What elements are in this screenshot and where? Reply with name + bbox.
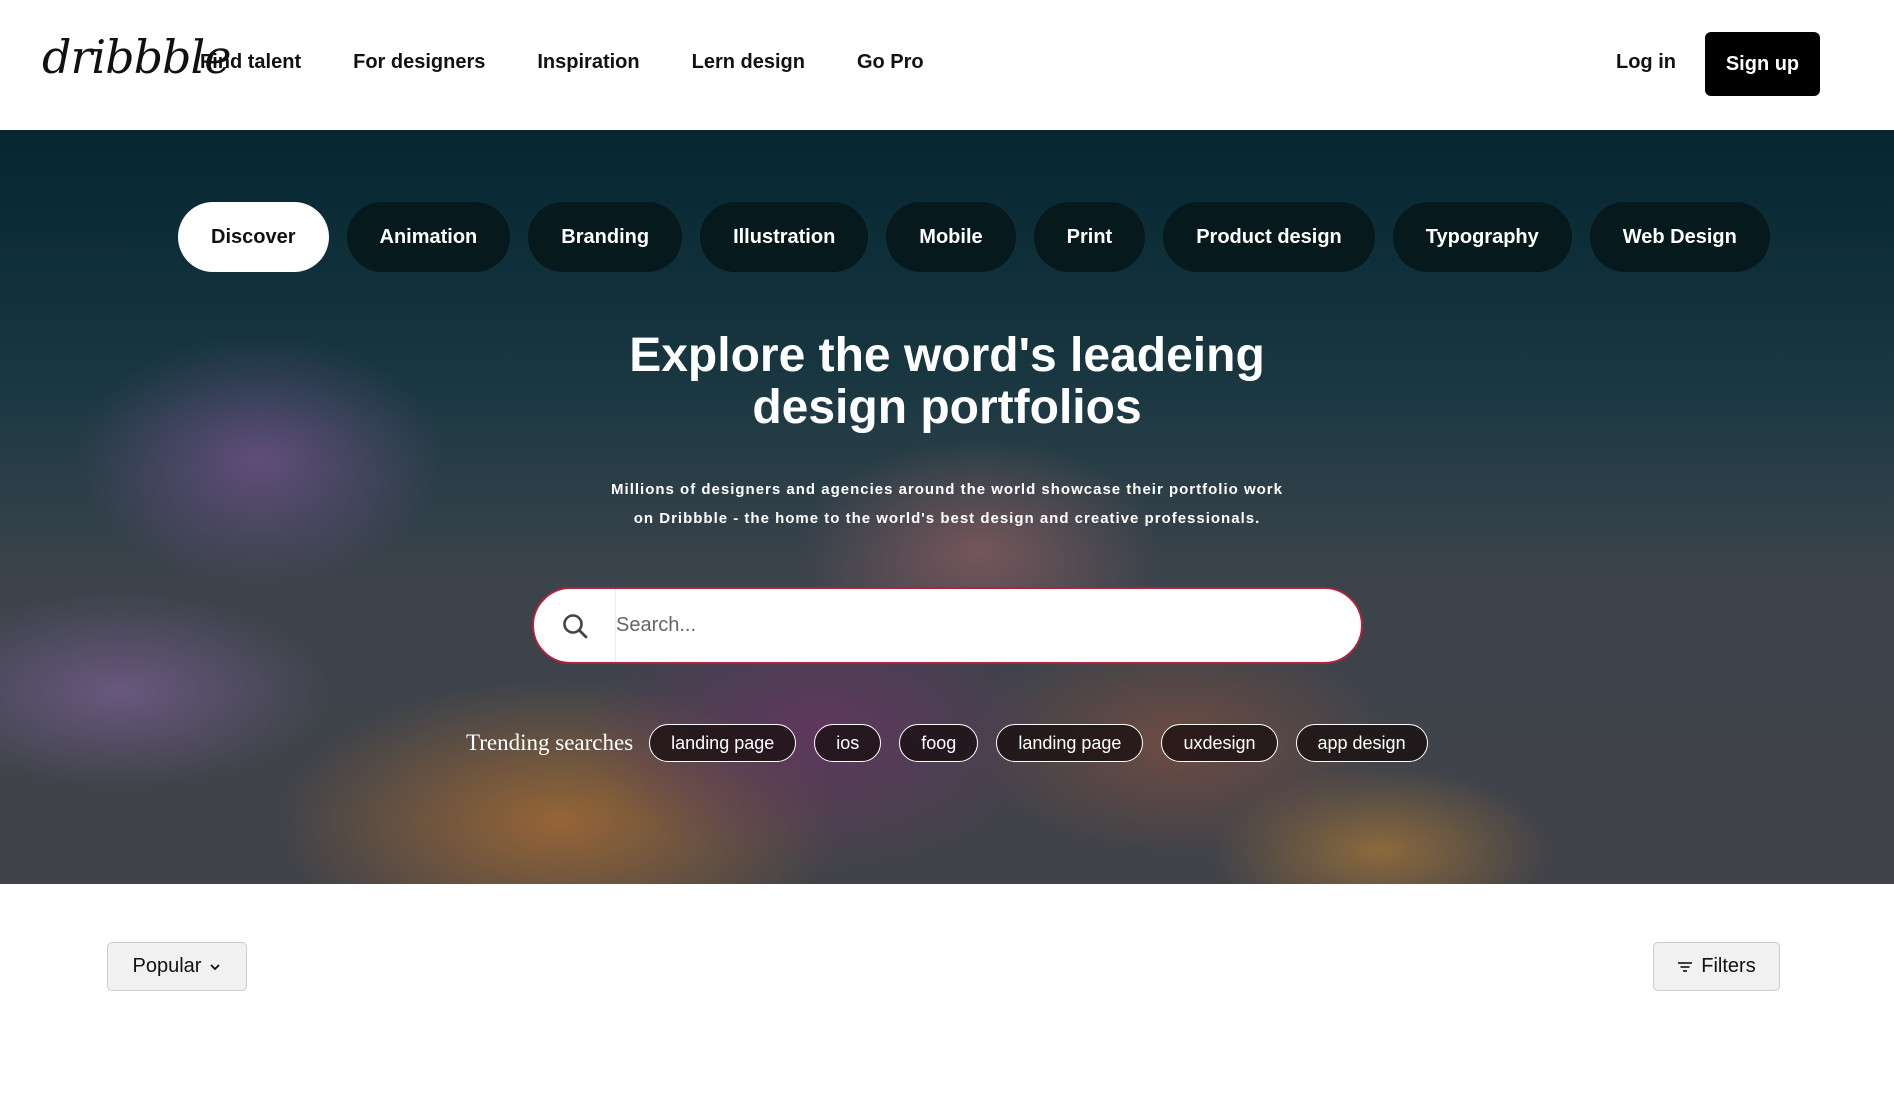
hero-subtitle-line1: Millions of designers and agencies aroun… — [611, 481, 1283, 498]
category-tabs: Discover Animation Branding Illustration… — [178, 202, 1770, 272]
trending-tag[interactable]: foog — [899, 724, 979, 762]
nav-go-pro[interactable]: Go Pro — [857, 51, 924, 74]
login-link[interactable]: Log in — [1616, 51, 1676, 74]
nav-learn-design[interactable]: Lern design — [692, 51, 805, 74]
category-typography[interactable]: Typography — [1392, 202, 1572, 272]
trending-tag[interactable]: ios — [814, 724, 882, 762]
sort-label: Popular — [132, 955, 202, 977]
search-bar — [532, 587, 1363, 664]
trending-tag[interactable]: uxdesign — [1161, 724, 1278, 762]
category-print[interactable]: Print — [1033, 202, 1146, 272]
trending-tag[interactable]: landing page — [649, 724, 797, 762]
trending-label: Trending searches — [466, 730, 634, 755]
nav-find-talent[interactable]: Find talent — [200, 51, 301, 74]
search-icon[interactable] — [534, 589, 616, 662]
filter-icon — [1678, 961, 1693, 972]
trending-searches: Trending searches landing page ios foog … — [466, 724, 1428, 762]
category-web-design[interactable]: Web Design — [1589, 202, 1770, 272]
signup-button[interactable]: Sign up — [1705, 32, 1820, 96]
category-mobile[interactable]: Mobile — [886, 202, 1016, 272]
category-branding[interactable]: Branding — [528, 202, 683, 272]
hero-title: Explore the word's leadeing design portf… — [447, 330, 1447, 434]
trending-tag[interactable]: app design — [1295, 724, 1428, 762]
category-illustration[interactable]: Illustration — [700, 202, 869, 272]
filters-label: Filters — [1701, 955, 1756, 977]
sort-dropdown[interactable]: Popular — [107, 942, 247, 991]
site-header: dribbble Find talent For designers Inspi… — [0, 0, 1894, 130]
nav-for-designers[interactable]: For designers — [353, 51, 485, 74]
search-input[interactable] — [616, 614, 1316, 637]
hero-title-line2: design portfolios — [752, 381, 1142, 434]
hero-subtitle: Millions of designers and agencies aroun… — [497, 475, 1397, 533]
chevron-down-icon — [210, 963, 221, 970]
filters-button[interactable]: Filters — [1653, 942, 1780, 991]
main-nav: Find talent For designers Inspiration Le… — [200, 51, 976, 74]
trending-tag[interactable]: landing page — [996, 724, 1144, 762]
category-animation[interactable]: Animation — [346, 202, 511, 272]
hero-title-line1: Explore the word's leadeing — [629, 329, 1265, 382]
nav-inspiration[interactable]: Inspiration — [537, 51, 639, 74]
category-discover[interactable]: Discover — [178, 202, 329, 272]
hero-subtitle-line2: on Dribbble - the home to the world's be… — [633, 510, 1261, 527]
category-product-design[interactable]: Product design — [1163, 202, 1375, 272]
hero-banner: Discover Animation Branding Illustration… — [0, 130, 1894, 884]
